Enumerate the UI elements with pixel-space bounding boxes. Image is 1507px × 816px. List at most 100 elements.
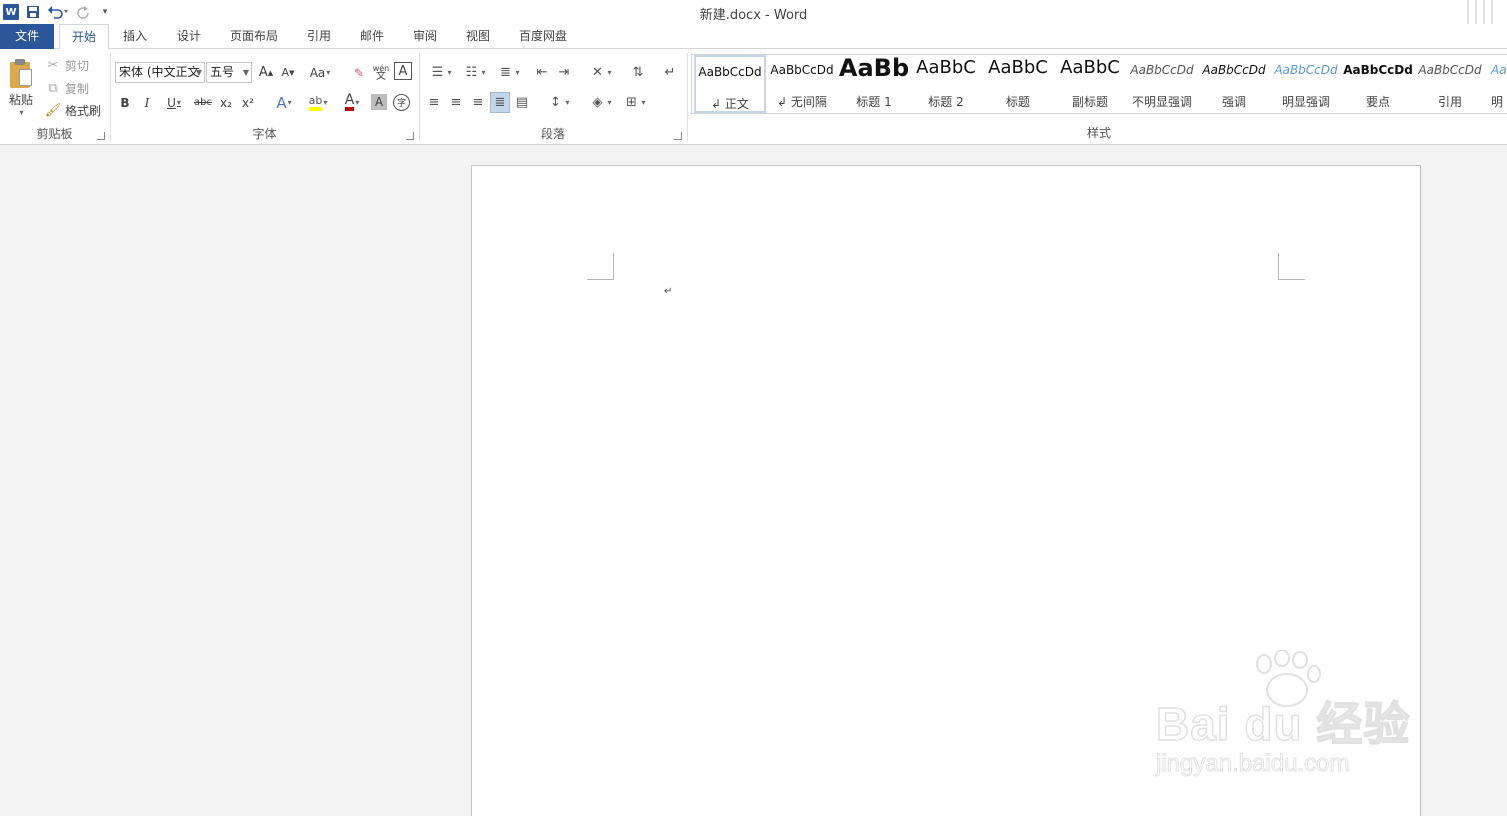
style-intense-emphasis[interactable]: AaBbCcDd 明显强调 bbox=[1270, 55, 1342, 113]
strikethrough-button[interactable]: abc bbox=[191, 92, 215, 113]
character-shading-icon: A bbox=[374, 95, 384, 109]
grow-font-button[interactable]: A ▲ bbox=[256, 62, 276, 83]
clipboard-dialog-launcher-icon[interactable] bbox=[97, 132, 105, 140]
change-case-icon: Aa bbox=[309, 65, 326, 80]
format-painter-label: 格式刷 bbox=[65, 103, 102, 118]
paste-button[interactable]: 粘贴 ▾ bbox=[4, 55, 38, 119]
paste-icon bbox=[8, 58, 34, 88]
style-strong[interactable]: AaBbCcDd 要点 bbox=[1342, 55, 1414, 113]
numbering-button[interactable]: ☷ ▾ bbox=[458, 62, 490, 83]
line-spacing-button[interactable]: ↕ ▾ bbox=[542, 92, 574, 113]
font-dialog-launcher-icon[interactable] bbox=[406, 132, 414, 140]
shading-button[interactable]: ◈ ▾ bbox=[584, 92, 616, 113]
style-subtitle[interactable]: AaBbC 副标题 bbox=[1054, 55, 1126, 113]
scissors-icon: ✂ bbox=[47, 57, 59, 73]
ribbon-tabs: 文件 开始 插入 设计 页面布局 引用 邮件 审阅 视图 百度网盘 bbox=[0, 24, 1507, 50]
group-divider bbox=[687, 53, 688, 141]
window-control-mark bbox=[1491, 0, 1493, 26]
style-heading-2[interactable]: AaBbC 标题 2 bbox=[910, 55, 982, 113]
font-size-select[interactable]: 五号 ▼ bbox=[206, 62, 252, 83]
tab-mailings[interactable]: 邮件 bbox=[350, 24, 394, 49]
tab-references[interactable]: 引用 bbox=[297, 24, 341, 49]
baidu-jingyan-watermark: Bai du 经验 jingyan.baidu.com bbox=[1150, 650, 1440, 790]
italic-button[interactable]: I bbox=[137, 92, 157, 113]
enclose-characters-button[interactable]: 字 bbox=[393, 94, 410, 111]
align-left-icon: ≡ bbox=[428, 95, 440, 110]
align-right-icon: ≡ bbox=[472, 95, 484, 110]
tab-home[interactable]: 开始 bbox=[59, 24, 109, 50]
cut-button[interactable]: ✂ 剪切 bbox=[44, 56, 89, 74]
chinese-layout-button[interactable]: ✕ ▾ bbox=[584, 62, 616, 83]
grow-font-icon: A bbox=[258, 65, 268, 80]
bold-button[interactable]: B bbox=[115, 92, 135, 113]
tab-baidu-netdisk[interactable]: 百度网盘 bbox=[512, 24, 574, 49]
underline-button[interactable]: U ▾ bbox=[159, 92, 189, 113]
clear-formatting-button[interactable]: ✎ bbox=[349, 62, 369, 83]
style-quote[interactable]: AaBbCcDd 引用 bbox=[1414, 55, 1486, 113]
clipboard-group-label: 剪贴板 bbox=[36, 127, 73, 141]
style-preview: AaBbCcDd bbox=[1343, 63, 1413, 77]
align-right-button[interactable]: ≡ bbox=[468, 92, 488, 113]
highlight-button[interactable]: ab ▾ bbox=[302, 92, 334, 113]
paragraph-mark[interactable]: ↵ bbox=[664, 286, 672, 297]
style-name: ↲ 正文 bbox=[711, 97, 749, 111]
ribbon: 粘贴 ▾ ✂ 剪切 ⧉ 复制 🖌 格式刷 剪贴板 宋体 (中文正文 ▼ 五号 ▼… bbox=[0, 49, 1507, 145]
decrease-indent-button[interactable]: ⇤ bbox=[532, 62, 552, 83]
tab-review[interactable]: 审阅 bbox=[403, 24, 447, 49]
margin-corner-top-left bbox=[587, 253, 614, 280]
style-normal[interactable]: AaBbCcDd ↲ 正文 bbox=[694, 55, 766, 113]
character-border-button[interactable]: A bbox=[394, 62, 412, 80]
font-name-select[interactable]: 宋体 (中文正文 ▼ bbox=[115, 62, 205, 83]
style-emphasis[interactable]: AaBbCcDd 强调 bbox=[1198, 55, 1270, 113]
tab-insert[interactable]: 插入 bbox=[113, 24, 157, 49]
multilevel-list-button[interactable]: ≣ ▾ bbox=[492, 62, 524, 83]
tab-design[interactable]: 设计 bbox=[167, 24, 211, 49]
subscript-button[interactable]: x₂ bbox=[216, 92, 236, 113]
tab-page-layout[interactable]: 页面布局 bbox=[222, 24, 286, 49]
phonetic-guide-button[interactable]: wén 文 bbox=[371, 62, 391, 83]
style-title[interactable]: AaBbC 标题 bbox=[982, 55, 1054, 113]
font-group-label: 字体 bbox=[252, 127, 277, 141]
paste-dropdown-icon[interactable]: ▾ bbox=[19, 108, 23, 117]
paragraph-dialog-launcher-icon[interactable] bbox=[674, 132, 682, 140]
style-heading-1[interactable]: AaBb 标题 1 bbox=[838, 55, 910, 113]
paragraph-group-label: 段落 bbox=[540, 127, 565, 141]
align-left-button[interactable]: ≡ bbox=[424, 92, 444, 113]
tab-file[interactable]: 文件 bbox=[0, 24, 54, 49]
style-preview: AaBbCcDd bbox=[770, 63, 834, 77]
line-spacing-icon: ↕ bbox=[550, 95, 561, 110]
justify-button[interactable]: ≣ bbox=[490, 92, 510, 113]
style-subtle-emphasis[interactable]: AaBbCcDd 不明显强调 bbox=[1126, 55, 1198, 113]
format-painter-button[interactable]: 🖌 格式刷 bbox=[44, 101, 101, 119]
bullets-button[interactable]: ☰ ▾ bbox=[424, 62, 456, 83]
style-no-spacing[interactable]: AaBbCcDd ↲ 无间隔 bbox=[766, 55, 838, 113]
style-name: 要点 bbox=[1365, 95, 1390, 109]
chevron-down-icon: ▼ bbox=[242, 68, 249, 77]
paste-label: 粘贴 bbox=[8, 92, 33, 107]
change-case-button[interactable]: Aa ▾ bbox=[305, 62, 335, 83]
show-marks-button[interactable]: ↵ bbox=[660, 62, 680, 83]
numbered-list-icon: ☷ bbox=[465, 65, 478, 80]
enclose-characters-icon: 字 bbox=[396, 99, 406, 109]
font-color-button[interactable]: A ▾ bbox=[336, 92, 368, 113]
borders-button[interactable]: ⊞ ▾ bbox=[618, 92, 650, 113]
copy-button[interactable]: ⧉ 复制 bbox=[44, 79, 89, 97]
style-preview: AaBbCcDd bbox=[1130, 63, 1194, 77]
distributed-icon: ▤ bbox=[515, 95, 529, 110]
align-center-button[interactable]: ≡ bbox=[446, 92, 466, 113]
align-center-icon: ≡ bbox=[450, 95, 462, 110]
superscript-button[interactable]: x² bbox=[238, 92, 258, 113]
text-effects-button[interactable]: A ▾ bbox=[269, 92, 299, 113]
sort-button[interactable]: ⇅ bbox=[628, 62, 648, 83]
chevron-down-icon: ▼ bbox=[195, 68, 202, 77]
subscript-icon: x₂ bbox=[220, 95, 232, 110]
chinese-layout-icon: ✕ bbox=[592, 65, 603, 80]
window-control-mark bbox=[1475, 0, 1477, 26]
distributed-button[interactable]: ▤ bbox=[512, 92, 532, 113]
tab-view[interactable]: 视图 bbox=[456, 24, 500, 49]
style-intense-quote[interactable]: Aa 明 bbox=[1486, 55, 1507, 113]
shrink-font-button[interactable]: A ▼ bbox=[278, 62, 298, 83]
justify-icon: ≣ bbox=[494, 95, 506, 110]
increase-indent-button[interactable]: ⇥ bbox=[554, 62, 574, 83]
character-shading-button[interactable]: A bbox=[371, 94, 387, 110]
